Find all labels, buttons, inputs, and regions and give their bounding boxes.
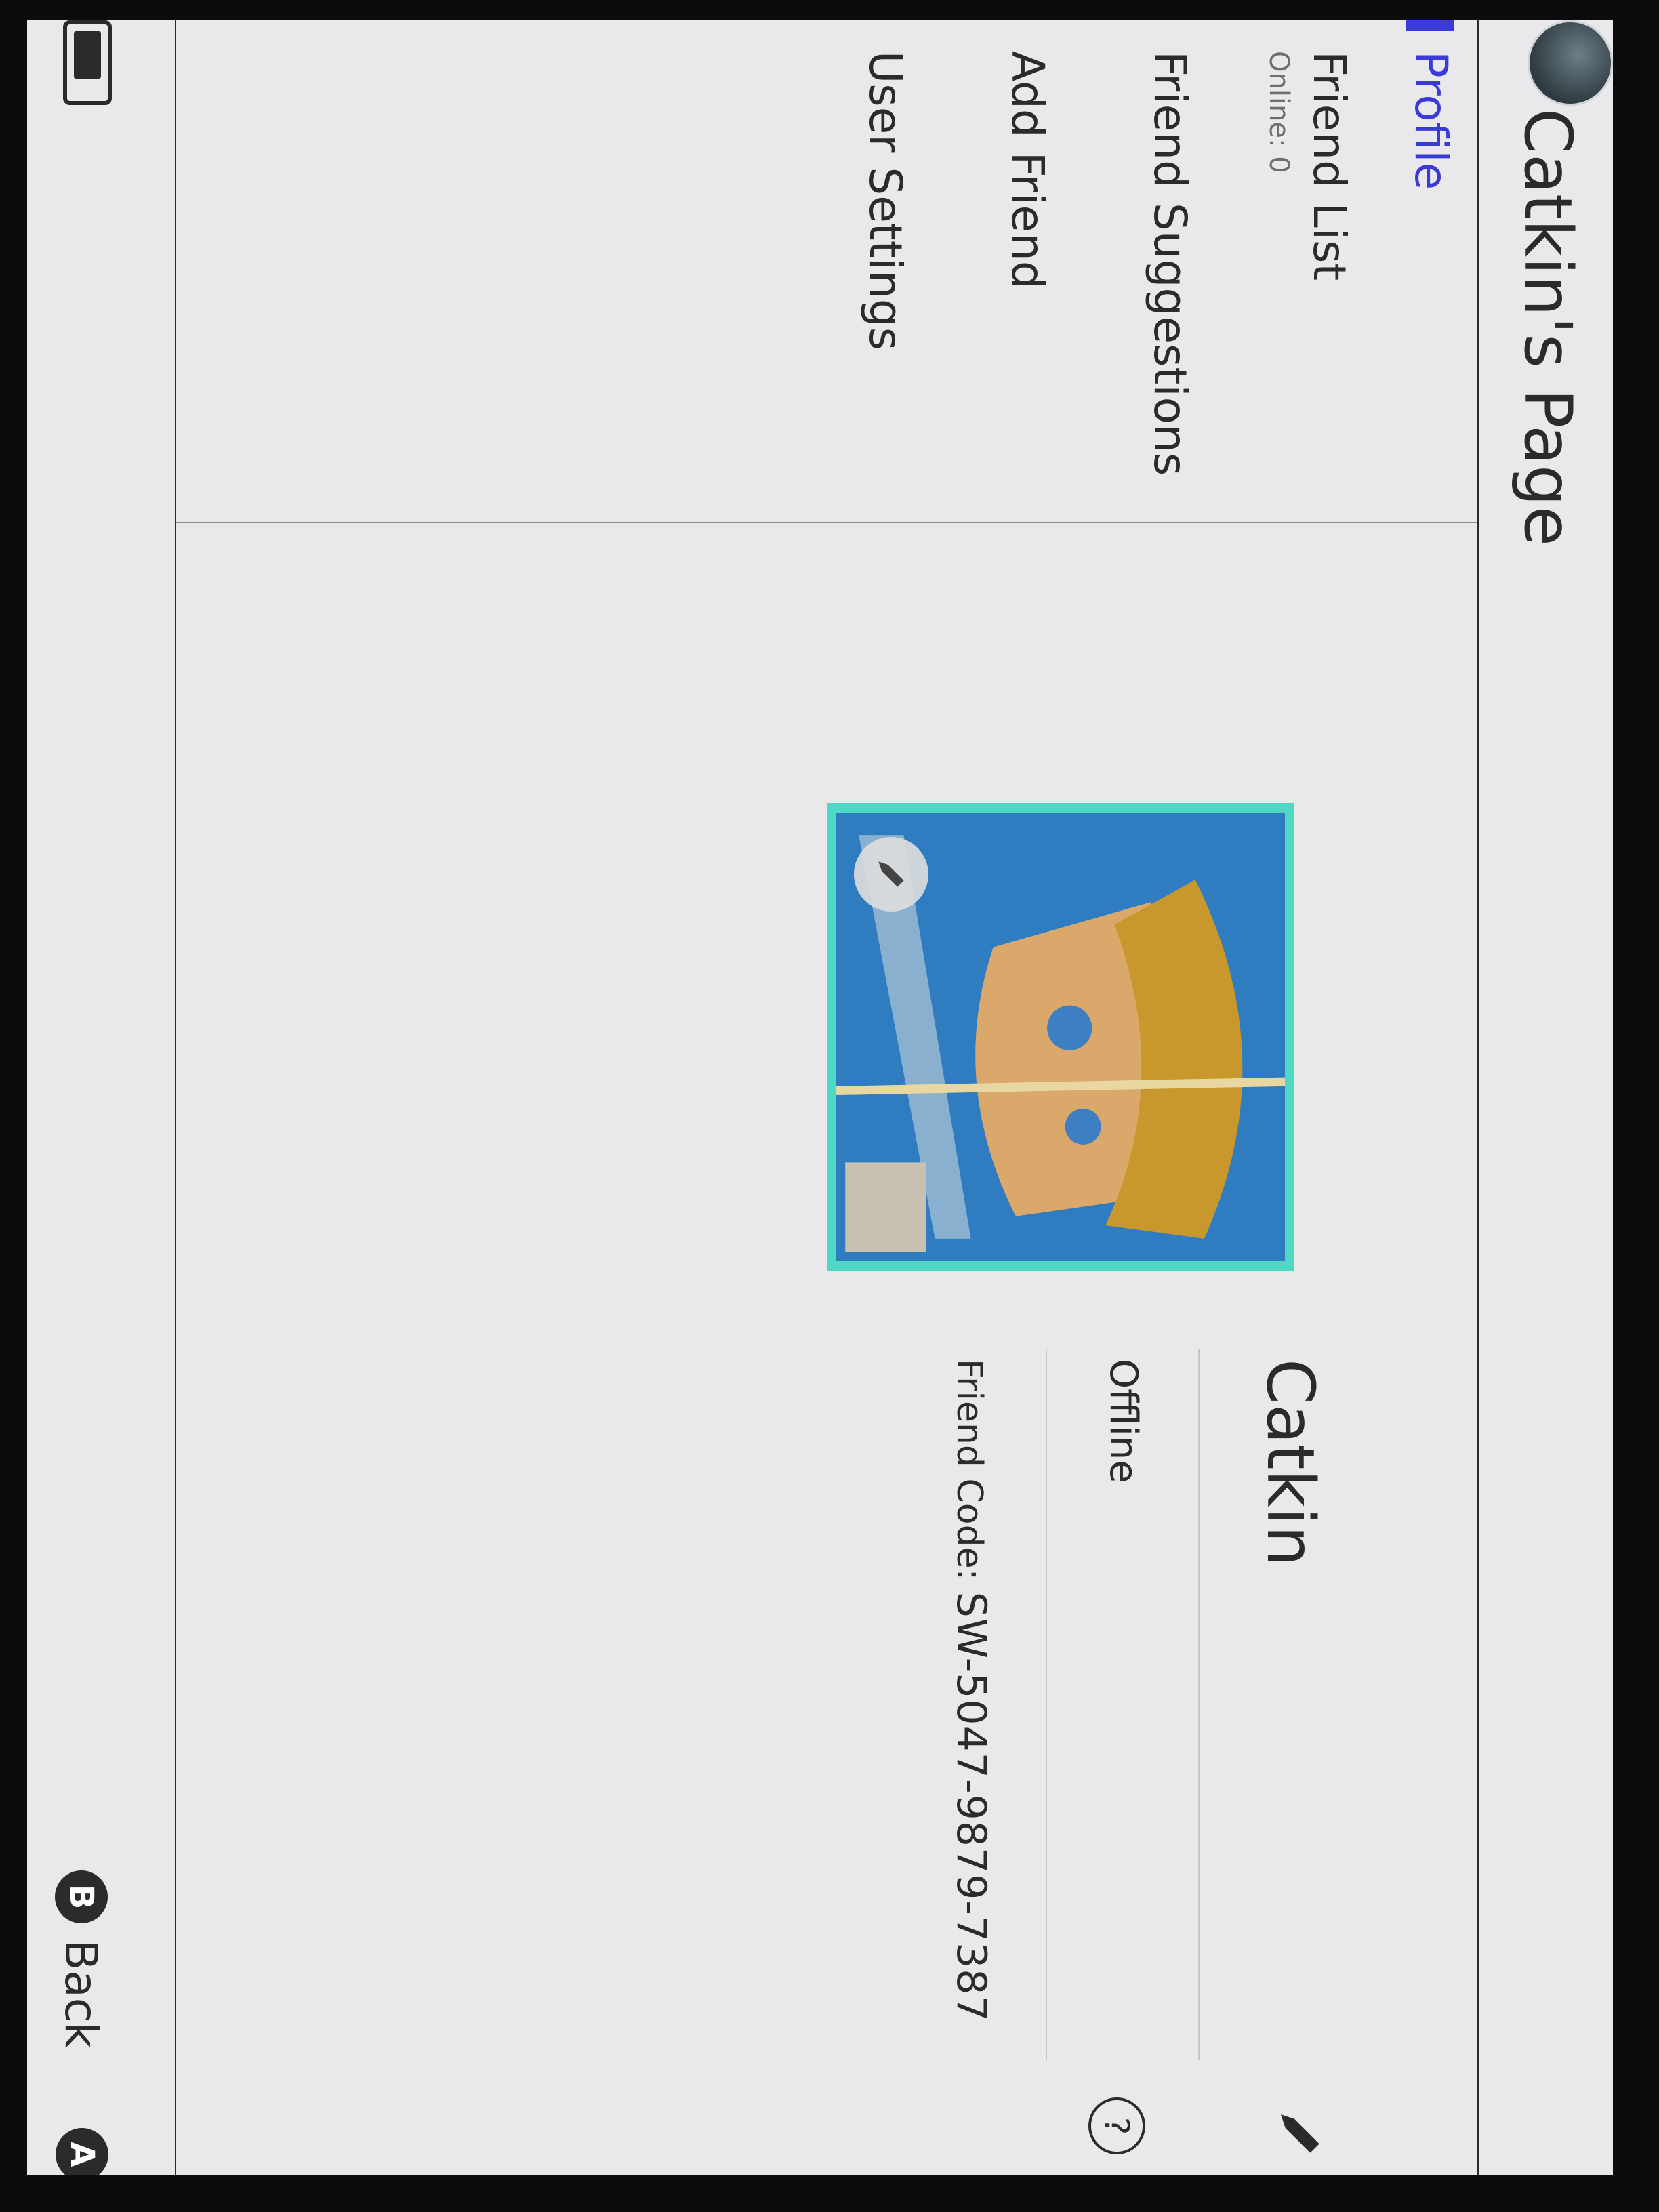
friend-code-value: SW-5047-9879-7387 [947,1591,995,2022]
sidebar-item-label: Add Friend [1002,51,1054,289]
status-divider [1046,1349,1047,2060]
handheld-mode-icon [63,20,112,105]
online-count: Online: 0 [1263,51,1294,173]
back-label: Back [55,1940,108,2049]
online-status: Offline [1101,1359,1145,1483]
page-title: Catkin's Page [1510,108,1586,546]
profile-name: Catkin [1252,1359,1328,1567]
a-button-icon[interactable]: A [56,2128,108,2175]
pencil-icon [878,861,904,887]
friend-code-label: Friend Code: [949,1359,989,1581]
b-button-icon: B [55,1870,108,1923]
sidebar-item-label: User Settings [859,51,912,351]
selection-indicator [1406,20,1454,31]
sidebar-item-label: Friend List [1303,51,1355,281]
sidebar-item-add-friend[interactable]: Add Friend [959,20,1074,522]
sidebar-divider [176,522,1477,523]
header-divider [1477,20,1479,2175]
footer-divider [175,20,176,2175]
page-header: Catkin's Page [1484,20,1613,2175]
user-page-screen: Catkin's Page Profile Friend List Online… [27,20,1613,2175]
user-avatar-icon [1528,20,1613,106]
back-button[interactable]: B Back [51,1870,112,2048]
sidebar-item-label: Profile [1405,51,1457,190]
help-button[interactable]: ? [1088,2097,1145,2154]
sidebar-item-user-settings[interactable]: User Settings [817,20,932,522]
sidebar-item-profile[interactable]: Profile [1362,20,1477,522]
question-icon: ? [1097,2116,1136,2135]
sidebar-nav: Profile Friend List Online: 0 Friend Sug… [176,20,1477,522]
edit-avatar-button[interactable] [854,837,928,912]
sidebar-item-label: Friend Suggestions [1144,51,1196,476]
sidebar-item-friend-suggestions[interactable]: Friend Suggestions [1101,20,1216,522]
friend-code: Friend Code: SW-5047-9879-7387 [947,1359,995,2022]
name-divider [1198,1349,1200,2060]
sidebar-item-friend-list[interactable]: Friend List Online: 0 [1247,20,1362,522]
pencil-icon[interactable] [1274,2108,1328,2162]
